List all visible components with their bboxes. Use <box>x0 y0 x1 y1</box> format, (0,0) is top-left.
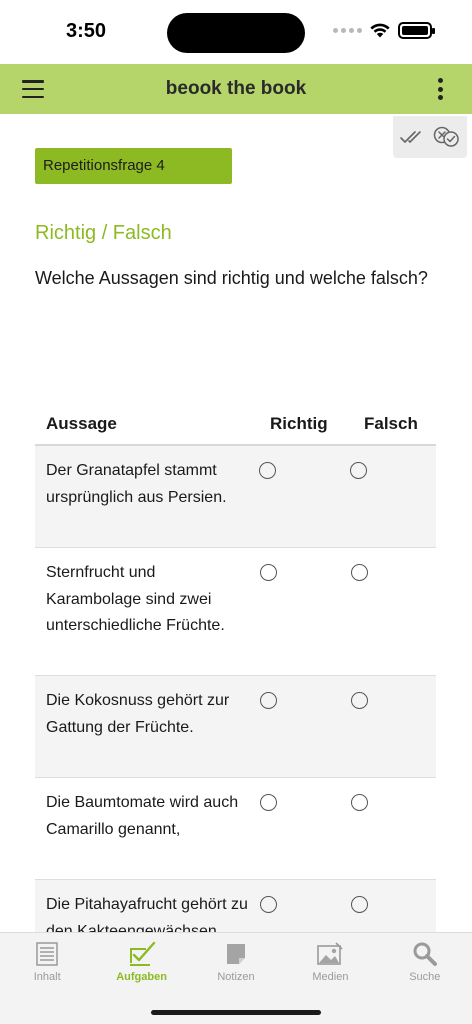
header-statement: Aussage <box>46 414 117 433</box>
false-cell <box>350 446 436 547</box>
radio-true[interactable] <box>260 794 277 811</box>
image-icon <box>317 942 343 965</box>
tab-label: Medien <box>312 971 349 983</box>
tab-label: Suche <box>409 971 441 983</box>
tab-suche[interactable]: Suche <box>378 933 472 997</box>
tab-label: Inhalt <box>33 971 61 983</box>
app-title: beook the book <box>165 78 307 99</box>
search-icon <box>413 942 437 966</box>
table-row: Der Granatapfel stammt ursprünglich aus … <box>35 446 436 548</box>
tasks-icon <box>129 941 155 966</box>
statement-text: Sternfrucht und Karambolage sind zwei un… <box>46 564 225 634</box>
note-icon <box>227 944 246 964</box>
true-false-table: Aussage Richtig Falsch Der Granatapfel s… <box>35 404 436 932</box>
false-cell <box>350 548 436 675</box>
false-cell <box>350 778 436 879</box>
question-text: Welche Aussagen sind richtig und welche … <box>35 268 428 288</box>
tab-label: Aufgaben <box>116 971 167 983</box>
question-content: Repetitionsfrage 4 Richtig / Falsch Welc… <box>0 114 472 932</box>
radio-true[interactable] <box>259 462 276 479</box>
radio-true[interactable] <box>260 692 277 709</box>
status-bar: 3:50 <box>0 0 472 64</box>
table-row: Die Baumtomate wird auch Camarillo genan… <box>35 778 436 880</box>
statement-text: Die Kokosnuss gehört zur Gattung der Frü… <box>46 692 230 736</box>
app-bar: beook the book <box>0 64 472 114</box>
table-row: Die Pitahayafrucht gehört zu den Kakteen… <box>35 880 436 932</box>
question-tag: Repetitionsfrage 4 <box>35 148 232 184</box>
tab-aufgaben[interactable]: Aufgaben <box>94 933 188 997</box>
header-true: Richtig <box>270 414 328 433</box>
statement-text: Die Pitahayafrucht gehört zu den Kakteen… <box>46 896 248 932</box>
radio-true[interactable] <box>260 564 277 581</box>
signal-icon <box>333 28 362 33</box>
radio-false[interactable] <box>351 692 368 709</box>
battery-icon <box>398 22 435 39</box>
radio-false[interactable] <box>351 896 368 913</box>
table-header: Aussage Richtig Falsch <box>35 404 436 446</box>
true-cell <box>259 446 350 547</box>
list-icon <box>36 942 58 966</box>
status-time: 3:50 <box>66 20 107 42</box>
table-row: Die Kokosnuss gehört zur Gattung der Frü… <box>35 676 436 778</box>
header-false: Falsch <box>364 414 418 433</box>
radio-false[interactable] <box>351 794 368 811</box>
table-row: Sternfrucht und Karambolage sind zwei un… <box>35 548 436 676</box>
dynamic-island <box>167 13 305 53</box>
tab-label: Notizen <box>217 971 255 983</box>
statement-text: Die Baumtomate wird auch Camarillo genan… <box>46 794 239 838</box>
false-cell <box>350 880 436 932</box>
bottom-tab-bar: Inhalt Aufgaben Notizen Medien Suche <box>0 932 472 1024</box>
true-cell <box>259 548 350 675</box>
wifi-icon <box>370 23 390 38</box>
true-cell <box>259 778 350 879</box>
false-cell <box>350 676 436 777</box>
true-cell <box>259 880 350 932</box>
question-type: Richtig / Falsch <box>35 222 172 244</box>
tab-inhalt[interactable]: Inhalt <box>0 933 94 997</box>
radio-false[interactable] <box>350 462 367 479</box>
radio-true[interactable] <box>260 896 277 913</box>
tab-notizen[interactable]: Notizen <box>189 933 283 997</box>
tab-medien[interactable]: Medien <box>283 933 377 997</box>
radio-false[interactable] <box>351 564 368 581</box>
status-icons <box>333 22 435 39</box>
more-options-icon[interactable] <box>436 78 444 100</box>
true-cell <box>259 676 350 777</box>
home-indicator <box>151 1010 321 1015</box>
statement-text: Der Granatapfel stammt ursprünglich aus … <box>46 462 227 506</box>
